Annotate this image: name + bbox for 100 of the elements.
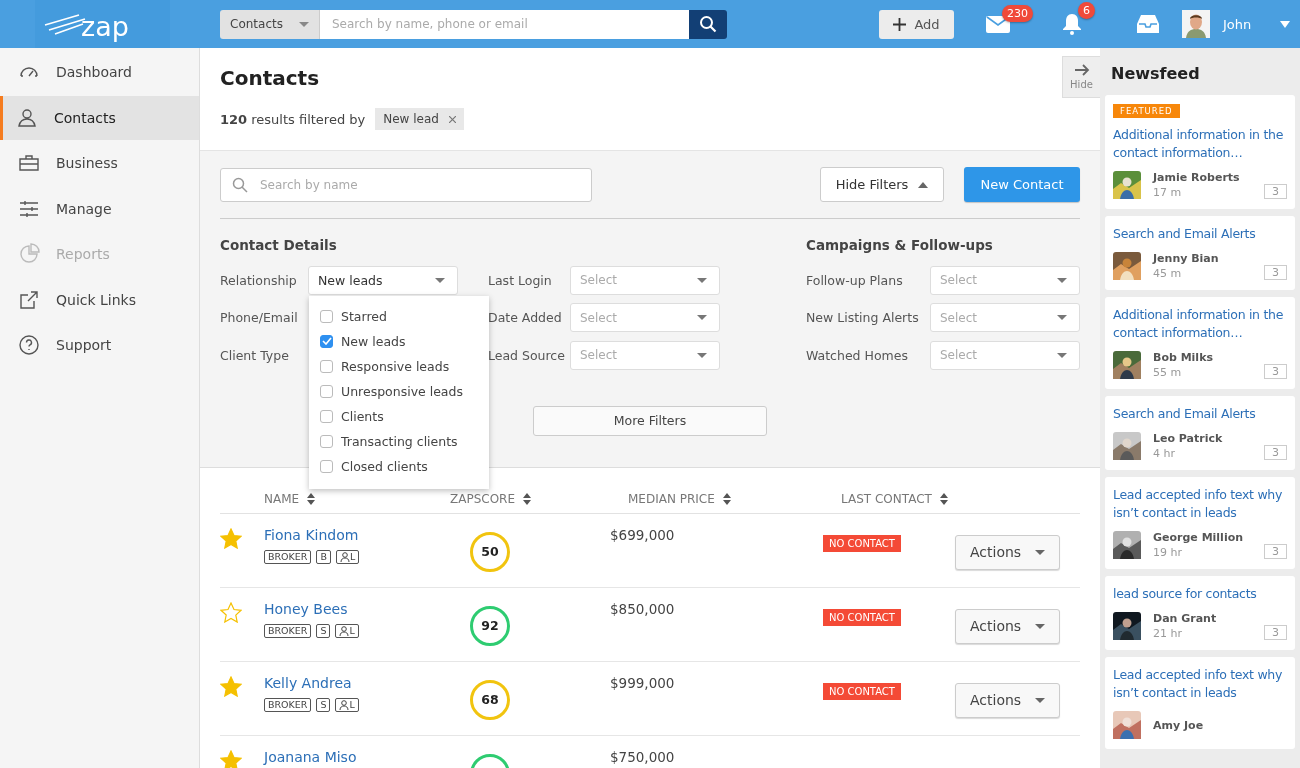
price-cell-text: $750,000 bbox=[610, 748, 676, 765]
search-icon bbox=[699, 15, 717, 33]
select-field[interactable]: New leads bbox=[308, 265, 458, 295]
hide-filters-button[interactable]: Hide Filters bbox=[820, 167, 944, 202]
news-title-link[interactable]: Search and Email Alerts bbox=[1113, 225, 1287, 243]
news-title-link[interactable]: lead source for contacts bbox=[1113, 585, 1287, 603]
checkbox[interactable] bbox=[320, 359, 333, 373]
hide-button[interactable]: Hide bbox=[1062, 56, 1100, 98]
star-icon[interactable] bbox=[220, 675, 242, 697]
close-icon[interactable] bbox=[448, 115, 456, 123]
inbox-icon[interactable] bbox=[1136, 14, 1160, 34]
sidebar-item[interactable]: Business bbox=[0, 141, 199, 185]
column-header[interactable]: MEDIAN PRICE bbox=[628, 491, 731, 506]
tag: BROKER bbox=[264, 549, 312, 564]
comment-count[interactable]: 3 bbox=[1264, 183, 1287, 199]
news-title-link[interactable]: Additional information in the contact information… bbox=[1113, 126, 1287, 162]
tag: L bbox=[335, 697, 359, 712]
score-ring: 68 bbox=[470, 679, 510, 720]
checkbox[interactable] bbox=[320, 384, 333, 398]
contact-name-link[interactable]: Joanana Miso bbox=[264, 748, 357, 765]
status-badge: NO CONTACT bbox=[823, 682, 901, 700]
news-card[interactable]: lead source for contacts Dan Grant 21 hr 3 bbox=[1105, 576, 1295, 650]
contact-name-link[interactable]: Kelly Andrea bbox=[264, 674, 352, 691]
author-name: Leo Patrick bbox=[1153, 432, 1224, 445]
star-icon[interactable] bbox=[220, 601, 242, 623]
option-item[interactable]: Closed clients bbox=[309, 453, 489, 479]
mail-icon[interactable] bbox=[986, 15, 1010, 33]
timestamp: 45 m bbox=[1153, 267, 1183, 280]
caret-icon bbox=[697, 277, 707, 283]
column-header[interactable]: NAME bbox=[264, 491, 316, 506]
add-button[interactable]: Add bbox=[879, 9, 954, 39]
comment-count[interactable]: 3 bbox=[1264, 543, 1287, 559]
user-name[interactable]: John bbox=[1223, 16, 1252, 32]
tag: S bbox=[316, 623, 331, 638]
caret-icon[interactable] bbox=[1280, 20, 1291, 28]
sidebar-item[interactable]: Dashboard bbox=[0, 50, 199, 94]
sidebar-item[interactable]: Support bbox=[0, 323, 199, 367]
column-header[interactable]: ZAPSCORE bbox=[450, 491, 532, 506]
tag: B bbox=[316, 549, 331, 564]
name-search-field[interactable]: Search by name bbox=[220, 167, 592, 202]
comment-count[interactable]: 3 bbox=[1264, 444, 1287, 460]
more-filters-button[interactable]: More Filters bbox=[533, 405, 767, 436]
news-card[interactable]: Lead accepted info text why isn’t contact in leads George Million 19 hr 3 bbox=[1105, 477, 1295, 569]
timestamp: 19 hr bbox=[1153, 546, 1183, 559]
comment-count[interactable]: 3 bbox=[1264, 264, 1287, 280]
sidebar-item[interactable]: Contacts bbox=[0, 95, 199, 140]
bell-icon[interactable] bbox=[1062, 13, 1082, 35]
comment-count[interactable]: 3 bbox=[1264, 363, 1287, 379]
option-item[interactable]: Clients bbox=[309, 403, 489, 429]
author-name: Dan Grant bbox=[1153, 612, 1218, 625]
checkbox[interactable] bbox=[320, 334, 333, 348]
sidebar-item[interactable]: Quick Links bbox=[0, 277, 199, 322]
search-icon bbox=[232, 176, 248, 193]
caret-icon bbox=[1035, 549, 1045, 555]
star-icon[interactable] bbox=[220, 527, 242, 549]
author-name: Jamie Roberts bbox=[1153, 171, 1241, 184]
option-item[interactable]: Transacting clients bbox=[309, 428, 489, 454]
actions-button[interactable]: Actions bbox=[955, 682, 1060, 718]
sort-icon bbox=[939, 492, 948, 505]
sidebar-item[interactable]: Manage bbox=[0, 186, 199, 231]
field-label: Last Login bbox=[488, 272, 552, 288]
checkbox[interactable] bbox=[320, 409, 333, 423]
option-item[interactable]: Starred bbox=[309, 303, 489, 329]
news-title-link[interactable]: Search and Email Alerts bbox=[1113, 405, 1287, 423]
column-header[interactable]: LAST CONTACT bbox=[841, 491, 948, 506]
search-scope-select[interactable]: Contacts bbox=[220, 9, 320, 39]
option-item[interactable]: Responsive leads bbox=[309, 353, 489, 379]
news-card[interactable]: Search and Email Alerts Leo Patrick 4 hr 3 bbox=[1105, 396, 1295, 470]
checkbox[interactable] bbox=[320, 309, 333, 323]
star-icon[interactable] bbox=[220, 749, 242, 768]
actions-button[interactable]: Actions bbox=[955, 608, 1060, 644]
option-item[interactable]: Unresponsive leads bbox=[309, 378, 489, 404]
author-name: George Million bbox=[1153, 531, 1245, 544]
field-label: Client Type bbox=[220, 347, 289, 363]
news-title-link[interactable]: Additional information in the contact information… bbox=[1113, 306, 1287, 342]
contact-name-link[interactable]: Honey Bees bbox=[264, 600, 348, 617]
new-contact-button[interactable]: New Contact bbox=[964, 167, 1080, 202]
comment-count[interactable]: 3 bbox=[1264, 624, 1287, 640]
actions-button[interactable]: Actions bbox=[955, 534, 1060, 570]
filter-chip[interactable]: New lead bbox=[375, 108, 464, 130]
checkbox[interactable] bbox=[320, 459, 333, 473]
option-item[interactable]: New leads bbox=[309, 328, 489, 354]
field-label: Follow-up Plans bbox=[806, 272, 903, 288]
search-field[interactable]: Search by name, phone or email bbox=[320, 9, 689, 39]
news-card[interactable]: Search and Email Alerts Jenny Bian 45 m 3 bbox=[1105, 216, 1295, 290]
news-card[interactable]: Lead accepted info text why isn’t contact in leads Amy Joe bbox=[1105, 657, 1295, 749]
price-cell-text: $699,000 bbox=[610, 526, 676, 543]
news-title-link[interactable]: Lead accepted info text why isn’t contact in leads bbox=[1113, 666, 1287, 702]
panel-title: Newsfeed bbox=[1111, 64, 1201, 83]
plus-icon bbox=[893, 17, 907, 31]
search-button[interactable] bbox=[689, 9, 727, 39]
author-name: Jenny Bian bbox=[1153, 252, 1220, 265]
news-title-link[interactable]: Lead accepted info text why isn’t contact in leads bbox=[1113, 486, 1287, 522]
contact-name-link[interactable]: Fiona Kindom bbox=[264, 526, 359, 543]
timestamp: 17 m bbox=[1153, 186, 1183, 199]
checkbox[interactable] bbox=[320, 434, 333, 448]
price-cell-text: $850,000 bbox=[610, 600, 676, 617]
arrow-icon bbox=[1073, 64, 1090, 76]
news-card[interactable]: FEATURED Additional information in the contact information… Jamie Roberts 17 m 3 bbox=[1105, 95, 1295, 209]
news-card[interactable]: Additional information in the contact information… Bob Milks 55 m 3 bbox=[1105, 297, 1295, 389]
